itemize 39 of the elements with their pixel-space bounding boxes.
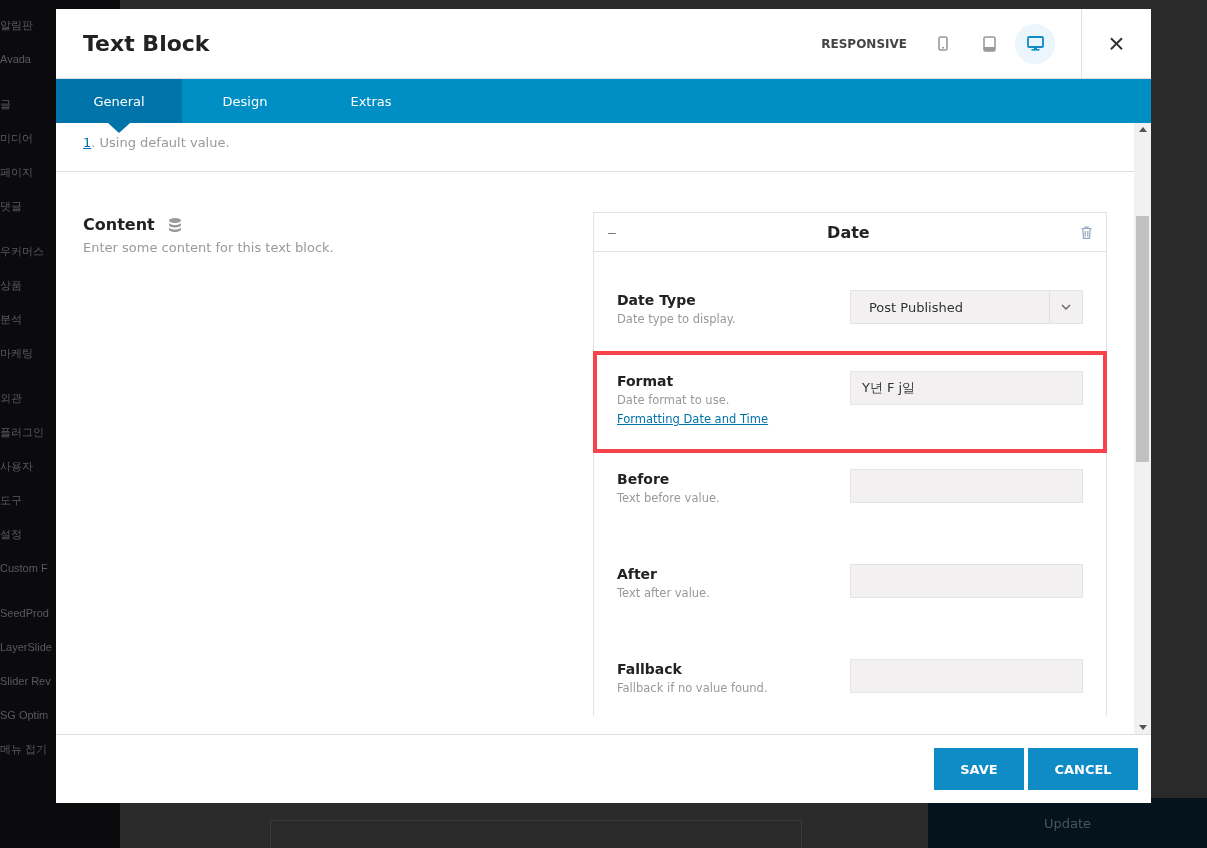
input-field[interactable] bbox=[849, 564, 1083, 598]
scrollbar-thumb[interactable] bbox=[1136, 216, 1149, 462]
dialog-title: Text Block bbox=[82, 31, 211, 56]
close-button[interactable]: × bbox=[1082, 9, 1151, 78]
field-description: Text before value. bbox=[617, 490, 720, 507]
update-button[interactable]: Update bbox=[928, 798, 1207, 848]
field-label: Fallback bbox=[617, 660, 682, 679]
field-description: Date format to use. bbox=[617, 392, 730, 409]
input-field[interactable] bbox=[849, 469, 1083, 503]
database-icon bbox=[168, 217, 181, 232]
tab-pointer bbox=[108, 123, 130, 133]
field-description: Text after value. bbox=[617, 585, 710, 602]
responsive-label: RESPONSIVE bbox=[821, 36, 907, 51]
section-description: Enter some content for this text block. bbox=[83, 240, 335, 255]
input-field[interactable] bbox=[849, 659, 1083, 693]
input-field[interactable]: Y년 F j일 bbox=[849, 371, 1083, 405]
field-description: Date type to display. bbox=[617, 311, 736, 328]
help-text: 1. Using default value. bbox=[83, 135, 230, 152]
tab[interactable]: Design bbox=[182, 79, 308, 123]
collapse-button[interactable]: – bbox=[608, 224, 616, 240]
tab[interactable]: Extras bbox=[308, 79, 434, 123]
section-title: Content bbox=[83, 215, 155, 234]
field-description: Fallback if no value found. bbox=[617, 680, 768, 697]
caret-icon bbox=[1061, 304, 1071, 310]
trash-icon[interactable] bbox=[1081, 225, 1092, 239]
field-label: After bbox=[617, 565, 658, 584]
field-label: Before bbox=[617, 470, 670, 489]
desktop-icon bbox=[1026, 36, 1044, 51]
field-label: Date Type bbox=[617, 291, 696, 310]
desktop-view-button[interactable] bbox=[1015, 23, 1055, 64]
cancel-button[interactable]: CANCEL bbox=[1028, 748, 1138, 790]
tablet-icon bbox=[982, 35, 996, 52]
date-type-select[interactable]: Post Published bbox=[850, 290, 1083, 324]
panel-title: Date bbox=[826, 222, 871, 242]
phone-icon bbox=[938, 36, 948, 51]
field-label: Format bbox=[617, 372, 674, 391]
help-link[interactable]: Formatting Date and Time bbox=[617, 410, 769, 429]
tab[interactable]: General bbox=[56, 79, 182, 123]
save-button[interactable]: SAVE bbox=[934, 748, 1024, 790]
